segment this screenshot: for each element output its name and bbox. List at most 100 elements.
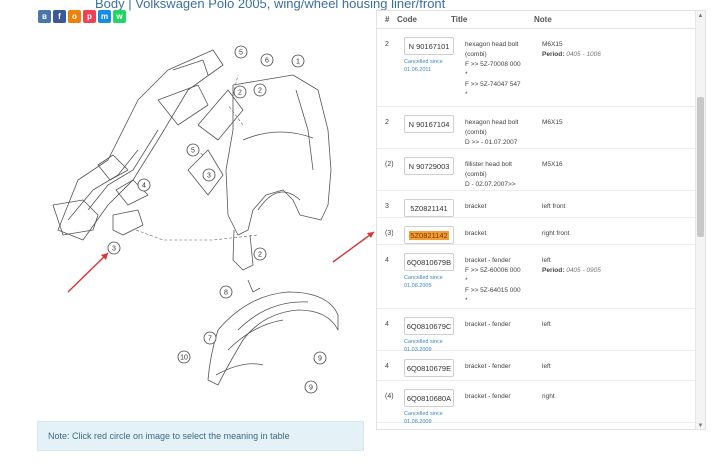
callout-label[interactable]: 10 <box>180 355 188 362</box>
table-row[interactable]: 4 6Q0810679B Cancelled since 01.08.2005 brac… <box>377 245 697 309</box>
part-code-button[interactable]: 6Q0810679E <box>404 359 454 377</box>
row-note: left Period: 0405 - 0905 <box>542 257 601 274</box>
callout-label[interactable]: 3 <box>207 173 211 180</box>
highlighted-code: 5Z0821142 <box>409 230 449 240</box>
callout-label[interactable]: 9 <box>309 385 313 392</box>
row-code-cell: 6Q0810680A Cancelled since 01.08.2009 <box>404 389 454 426</box>
table-row[interactable]: 2 N 90167104 hexagon head bolt (combi) D >> … <box>377 107 697 149</box>
row-note: M6X15 <box>542 119 563 126</box>
callout-label[interactable]: 6 <box>265 58 269 65</box>
odnoklassniki-icon[interactable]: o <box>68 10 81 23</box>
row-note: left front <box>542 203 566 210</box>
hint-note: Note: Click red circle on image to selec… <box>37 421 364 451</box>
scroll-up-icon[interactable]: ▲ <box>697 12 704 20</box>
row-title: bracket - fender <box>465 321 511 328</box>
row-title: bracket - fender <box>465 363 511 370</box>
row-title: fillister head bolt (combi) D - 02.07.2007… <box>465 161 516 188</box>
table-row[interactable]: (2) N 90729003 fillister head bolt (combi) D… <box>377 149 697 191</box>
row-num: 4 <box>385 321 389 328</box>
row-num: 4 <box>385 257 389 264</box>
row-code-cell: 6Q0810679E <box>404 359 454 377</box>
table-row[interactable]: 2 N 90167101 Cancelled since 01.06.2011 hexa… <box>377 29 697 107</box>
row-code-cell: 5Z0821141 <box>404 199 454 217</box>
table-row[interactable]: 4 6Q0810679E bracket - fender left <box>377 351 697 381</box>
row-num: 2 <box>385 41 389 48</box>
callout-label[interactable]: 7 <box>208 336 212 343</box>
scrollbar[interactable]: ▲ ▼ <box>695 11 705 429</box>
part-code-button[interactable]: 6Q0810680A <box>404 389 454 407</box>
table-row[interactable]: (3) 5Z0821142 bracket right front <box>377 218 697 245</box>
social-share-bar: вfopmw <box>38 10 126 23</box>
row-num: 4 <box>385 363 389 370</box>
table-row[interactable]: 3 5Z0821141 bracket left front <box>377 191 697 218</box>
parts-table: # Code Title Note 2 N 90167101 Cancelled s… <box>376 10 706 430</box>
row-note: M6X15 Period: 0405 - 1006 <box>542 41 601 58</box>
whatsapp-icon[interactable]: w <box>113 10 126 23</box>
header-num: # <box>385 15 390 24</box>
callout-label[interactable]: 8 <box>224 290 228 297</box>
callout-group: 5 6 1 2 2 5 3 4 3 2 8 7 9 10 9 <box>107 45 327 394</box>
row-title: bracket <box>465 203 487 210</box>
table-body: 2 N 90167101 Cancelled since 01.06.2011 hexa… <box>377 29 697 426</box>
row-num: 3 <box>385 203 389 210</box>
part-code-button[interactable]: 5Z0821142 <box>404 226 454 244</box>
cancelled-note: Cancelled since 01.06.2011 <box>404 59 443 73</box>
cancelled-note: Cancelled since 01.08.2009 <box>404 411 443 425</box>
row-title: bracket - fender <box>465 393 511 400</box>
fender-drawing <box>52 49 339 386</box>
reference-lines <box>135 74 259 241</box>
vk-icon[interactable]: в <box>38 10 51 23</box>
hint-note-text: Note: Click red circle on image to selec… <box>48 431 290 441</box>
row-note: right <box>542 393 555 400</box>
row-code-cell: 6Q0810679C Cancelled since 01.03.2009 <box>404 317 454 354</box>
callout-label[interactable]: 5 <box>239 50 243 57</box>
row-note: right front <box>542 230 570 237</box>
row-code-cell: 6Q0810679B Cancelled since 01.08.2005 <box>404 253 454 290</box>
callout-label[interactable]: 2 <box>258 88 262 95</box>
row-title: bracket - fender F >> 5Z-60006 000 * F >> 5… <box>465 257 521 304</box>
callout-label[interactable]: 1 <box>296 59 300 66</box>
scroll-thumb[interactable] <box>697 97 704 237</box>
part-code-button[interactable]: N 90167101 <box>404 37 454 55</box>
row-note: left <box>542 321 551 328</box>
header-code: Code <box>397 15 417 24</box>
callout-label[interactable]: 9 <box>318 356 322 363</box>
row-num: (3) <box>385 230 394 237</box>
parts-diagram: 5 6 1 2 2 5 3 4 3 2 8 7 9 10 9 <box>52 45 339 394</box>
part-code-button[interactable]: 6Q0810679B <box>404 253 454 271</box>
facebook-icon[interactable]: f <box>53 10 66 23</box>
table-header: # Code Title Note <box>377 11 697 29</box>
row-title: hexagon head bolt (combi) D >> - 01.07.200… <box>465 119 519 146</box>
row-code-cell: N 90167104 <box>404 115 454 133</box>
row-num: 2 <box>385 119 389 126</box>
callout-label[interactable]: 2 <box>238 90 242 97</box>
part-code-button[interactable]: N 90167104 <box>404 115 454 133</box>
red-arrow-left <box>67 252 109 293</box>
scroll-down-icon[interactable]: ▼ <box>697 422 704 429</box>
red-arrow-right <box>332 231 375 263</box>
part-code-button[interactable]: N 90729003 <box>404 157 454 175</box>
row-note: M5X16 <box>542 161 563 168</box>
row-code-cell: N 90729003 <box>404 157 454 175</box>
row-num: (2) <box>385 161 394 168</box>
row-code-cell: 5Z0821142 <box>404 226 454 244</box>
table-row[interactable]: (4) 6Q0810680A Cancelled since 01.08.2009 br… <box>377 381 697 426</box>
header-title: Title <box>451 15 468 24</box>
pocket-icon[interactable]: p <box>83 10 96 23</box>
mail-icon[interactable]: m <box>98 10 111 23</box>
callout-label[interactable]: 4 <box>142 183 146 190</box>
part-code-button[interactable]: 6Q0810679C <box>404 317 454 335</box>
header-note: Note <box>534 15 552 24</box>
row-num: (4) <box>385 393 394 400</box>
row-code-cell: N 90167101 Cancelled since 01.06.2011 <box>404 37 454 74</box>
row-note: left <box>542 363 551 370</box>
row-title: bracket <box>465 230 487 237</box>
cancelled-note: Cancelled since 01.08.2005 <box>404 275 443 289</box>
table-row[interactable]: 4 6Q0810679C Cancelled since 01.03.2009 brac… <box>377 309 697 354</box>
row-title: hexagon head bolt (combi) F >> 5Z-70008 00… <box>465 41 521 98</box>
callout-label[interactable]: 3 <box>112 246 116 253</box>
page: Body | Volkswagen Polo 2005, wing/wheel … <box>0 0 722 463</box>
callout-label[interactable]: 2 <box>258 252 262 259</box>
callout-label[interactable]: 5 <box>191 148 195 155</box>
part-code-button[interactable]: 5Z0821141 <box>404 199 454 217</box>
